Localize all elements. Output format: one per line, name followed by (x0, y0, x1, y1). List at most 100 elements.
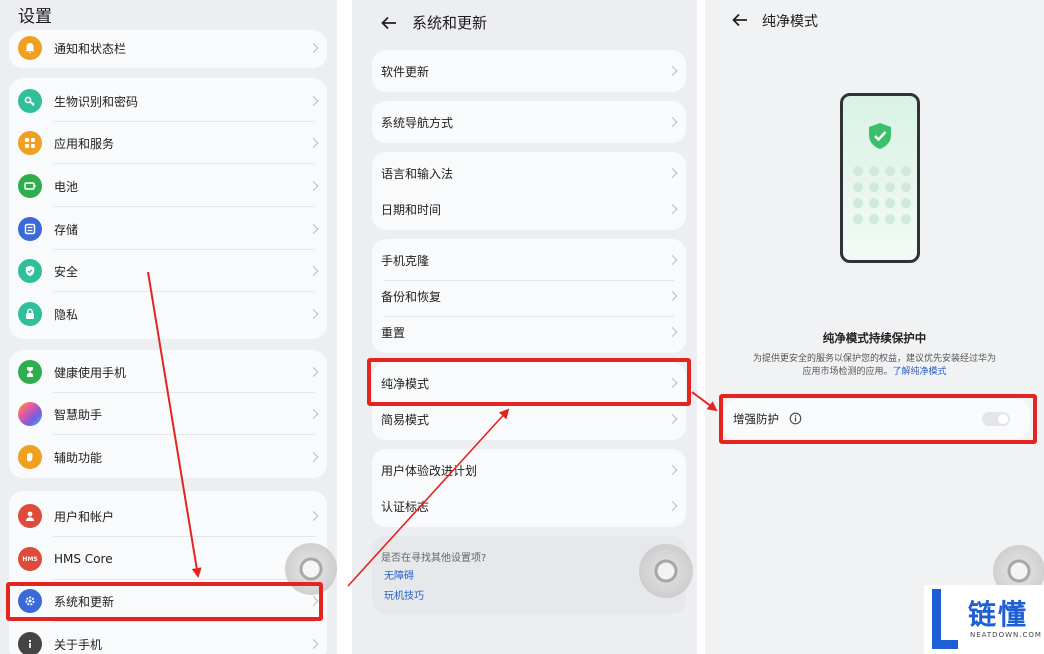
chevron-right-icon (308, 367, 319, 377)
item-label: 简易模式 (381, 412, 430, 427)
settings-item-apps[interactable]: 应用和服务 (9, 122, 327, 164)
item-label: 系统导航方式 (381, 115, 454, 130)
settings-card-system: 用户和帐户 HMS HMS Core 系统和更新 关于手机 (9, 491, 327, 654)
settings-item-hms-core[interactable]: HMS HMS Core (9, 538, 327, 580)
divider (53, 206, 315, 207)
divider (53, 434, 315, 435)
description-line-2: 应用市场检测的应用。了解纯净模式 (705, 366, 1044, 379)
settings-item-biometrics[interactable]: 生物识别和密码 (9, 80, 327, 122)
divider (53, 291, 315, 292)
settings-card-notifications: 通知和状态栏 (9, 30, 327, 68)
chevron-right-icon (667, 414, 678, 424)
assistant-icon (18, 402, 42, 426)
protection-status-title: 纯净模式持续保护中 (822, 331, 927, 345)
card-experience: 用户体验改进计划 认证标志 (372, 449, 686, 527)
settings-item-storage[interactable]: 存储 (9, 208, 327, 250)
back-arrow-icon[interactable] (380, 14, 398, 32)
battery-icon (18, 174, 42, 198)
chevron-right-icon (308, 639, 319, 649)
settings-card-security: 生物识别和密码 应用和服务 电池 存储 安全 隐私 (9, 78, 327, 339)
app-grid-illustration (853, 166, 911, 224)
chevron-right-icon (308, 409, 319, 419)
chevron-right-icon (308, 43, 319, 53)
divider (53, 163, 315, 164)
settings-item-privacy[interactable]: 隐私 (9, 293, 327, 335)
info-icon (18, 632, 42, 654)
chevron-right-icon (308, 96, 319, 106)
settings-item-accessibility[interactable]: 辅助功能 (9, 436, 327, 478)
item-certification[interactable]: 认证标志 (372, 485, 686, 527)
chevron-right-icon (667, 117, 678, 127)
chevron-right-icon (667, 465, 678, 475)
shield-check-icon (869, 123, 891, 149)
link-accessibility[interactable]: 无障碍 (384, 567, 414, 582)
settings-item-label: 健康使用手机 (54, 365, 127, 380)
description-line-1: 为提供更安全的服务以保护您的权益，建议优先安装经过华为 (752, 354, 996, 364)
settings-item-about-phone[interactable]: 关于手机 (9, 623, 327, 654)
settings-item-label: 通知和状态栏 (54, 41, 127, 56)
back-arrow-icon[interactable] (731, 11, 749, 29)
page-title: 系统和更新 (412, 14, 488, 32)
divider (53, 536, 315, 537)
settings-item-label: 安全 (54, 264, 79, 279)
settings-item-label: 辅助功能 (54, 450, 103, 465)
item-reset[interactable]: 重置 (372, 311, 686, 353)
item-label: 重置 (381, 325, 406, 340)
card-software-update: 软件更新 (372, 50, 686, 92)
apps-icon (18, 131, 42, 155)
pure-mode-panel: 纯净模式 纯净模式持续保护中 为提供更安全的服务以保护您的权益，建议优先安装经过… (705, 0, 1044, 654)
card-language-time: 语言和输入法 日期和时间 (372, 152, 686, 230)
item-label: 用户体验改进计划 (381, 463, 478, 478)
divider (53, 621, 315, 622)
settings-item-label: 用户和帐户 (54, 509, 115, 524)
card-navigation: 系统导航方式 (372, 101, 686, 143)
item-software-update[interactable]: 软件更新 (372, 50, 686, 92)
highlight-box-pure-mode (367, 358, 691, 406)
hand-icon (18, 445, 42, 469)
hourglass-icon (18, 360, 42, 384)
settings-item-accounts[interactable]: 用户和帐户 (9, 495, 327, 537)
chevron-right-icon (308, 266, 319, 276)
phone-illustration (840, 93, 920, 263)
brand-logo-mark (932, 589, 958, 649)
settings-item-assistant[interactable]: 智慧助手 (9, 393, 327, 435)
item-label: 备份和恢复 (381, 289, 442, 304)
item-label: 语言和输入法 (381, 166, 454, 181)
user-icon (18, 504, 42, 528)
key-icon (18, 89, 42, 113)
bell-icon (18, 36, 42, 60)
settings-item-label: 隐私 (54, 307, 79, 322)
settings-item-security[interactable]: 安全 (9, 250, 327, 292)
item-label: 手机克隆 (381, 253, 430, 268)
brand-site: NEATDOWN.COM (970, 631, 1042, 639)
hms-icon: HMS (18, 547, 42, 571)
item-date-time[interactable]: 日期和时间 (372, 188, 686, 230)
chevron-right-icon (667, 291, 678, 301)
chevron-right-icon (667, 501, 678, 511)
settings-item-label: 智慧助手 (54, 407, 103, 422)
chevron-right-icon (308, 511, 319, 521)
shield-icon (18, 259, 42, 283)
chevron-right-icon (308, 224, 319, 234)
protection-description: 为提供更安全的服务以保护您的权益，建议优先安装经过华为 应用市场检测的应用。了解… (705, 353, 1044, 379)
link-tips[interactable]: 玩机技巧 (384, 587, 424, 602)
chevron-right-icon (667, 327, 678, 337)
learn-more-link[interactable]: 了解纯净模式 (893, 367, 947, 377)
brand-name: 链懂 (968, 598, 1029, 631)
settings-item-notifications[interactable]: 通知和状态栏 (9, 27, 327, 69)
item-label: 软件更新 (381, 64, 430, 79)
suggestion-question: 是否在寻找其他设置项? (381, 553, 487, 564)
settings-item-battery[interactable]: 电池 (9, 165, 327, 207)
page-title: 设置 (18, 7, 52, 27)
chevron-right-icon (667, 66, 678, 76)
chevron-right-icon (667, 255, 678, 265)
highlight-box-enhanced-protection (719, 394, 1037, 444)
settings-item-label: 应用和服务 (54, 136, 115, 151)
description-text: 应用市场检测的应用。 (802, 367, 893, 377)
item-label: 日期和时间 (381, 202, 442, 217)
system-update-panel: 系统和更新 软件更新 系统导航方式 语言和输入法 日期和时间 手机克隆 备份和恢… (352, 0, 697, 654)
item-system-navigation[interactable]: 系统导航方式 (372, 101, 686, 143)
settings-item-digital-balance[interactable]: 健康使用手机 (9, 351, 327, 393)
floating-navigation-ball[interactable] (639, 544, 693, 598)
chevron-right-icon (308, 181, 319, 191)
